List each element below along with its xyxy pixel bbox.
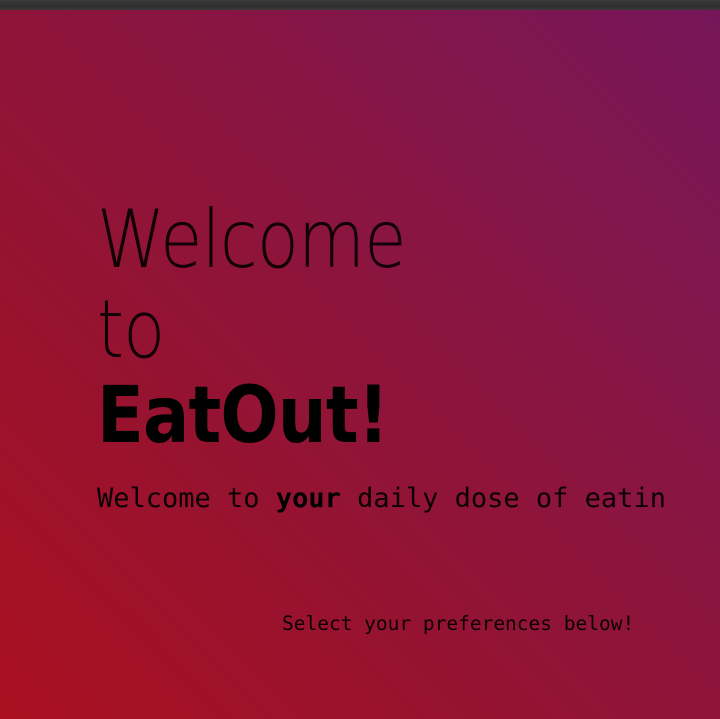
brand-title: EatOut! [97, 371, 389, 461]
tagline: Welcome to your daily dose of eatin [97, 485, 666, 512]
hero-to-text: to [97, 283, 165, 376]
window-top-bar [0, 0, 720, 10]
tagline-suffix: daily dose of eatin [340, 483, 666, 514]
tagline-emphasis: your [275, 483, 341, 514]
tagline-prefix: Welcome to [97, 483, 276, 514]
landing-page: Welcome to EatOut! Welcome to your daily… [0, 10, 720, 719]
preferences-prompt: Select your preferences below! [282, 612, 635, 635]
hero-welcome-text: Welcome [97, 193, 407, 286]
